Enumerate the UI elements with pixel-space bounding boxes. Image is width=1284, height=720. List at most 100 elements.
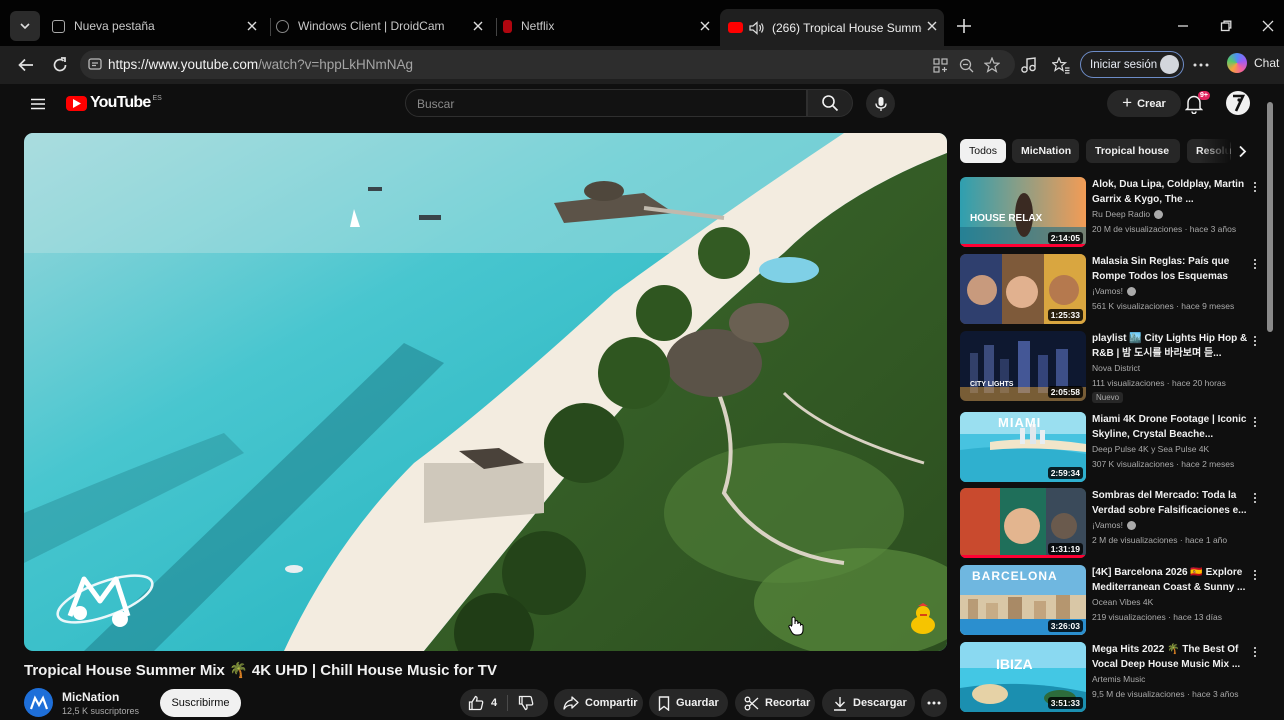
channel-name: ¡Vamos!: [1092, 286, 1124, 296]
video-thumbnail[interactable]: MIAMI 2:59:34: [960, 412, 1086, 482]
save-button[interactable]: Guardar: [649, 689, 728, 717]
more-vertical-icon[interactable]: [1251, 334, 1259, 350]
restore-icon: [1220, 20, 1232, 32]
like-button[interactable]: 4: [468, 689, 497, 717]
dislike-button[interactable]: [518, 695, 534, 716]
video-thumbnail[interactable]: BARCELONA 3:26:03: [960, 565, 1086, 635]
video-thumbnail[interactable]: HOUSE RELAX 2:14:05: [960, 177, 1086, 247]
video-player[interactable]: [24, 133, 947, 651]
favorite-star-icon[interactable]: [983, 56, 1001, 74]
new-tab-button[interactable]: [953, 15, 975, 37]
notifications-button[interactable]: 9+: [1184, 91, 1210, 115]
close-icon[interactable]: [470, 18, 486, 34]
verified-check-icon: [1127, 286, 1137, 296]
address-bar[interactable]: https://www.youtube.com/watch?v=hppLkHNm…: [80, 50, 1015, 79]
guide-menu-button[interactable]: [29, 95, 47, 113]
extensions-button[interactable]: [1017, 54, 1039, 76]
speaker-icon[interactable]: [749, 20, 765, 35]
voice-search-button[interactable]: [866, 89, 895, 118]
chips-next-button[interactable]: [1232, 141, 1252, 161]
close-icon[interactable]: [244, 18, 260, 34]
tab-netflix[interactable]: Netflix: [503, 9, 717, 43]
search-button[interactable]: [807, 89, 853, 117]
recommendation-channel: Ru Deep Radio: [1092, 209, 1164, 219]
recommendation-item[interactable]: 1:31:19 Sombras del Mercado: Toda la Ver…: [960, 488, 1260, 560]
tab-title: Netflix: [521, 19, 555, 33]
recommendation-meta: 561 K visualizaciones · hace 9 meses: [1092, 301, 1235, 311]
signin-label: Iniciar sesión: [1090, 58, 1158, 71]
tab-title: (266) Tropical House Summer: [772, 20, 922, 35]
channel-name: Deep Pulse 4K y Sea Pulse 4K: [1092, 444, 1210, 454]
tab-droidcam[interactable]: Windows Client | DroidCam: [276, 9, 490, 43]
video-thumbnail[interactable]: CITY LIGHTS 2:05:58: [960, 331, 1086, 401]
site-info-icon[interactable]: [88, 57, 102, 76]
tab-actions-menu-button[interactable]: [10, 11, 40, 41]
recommendation-title: Miami 4K Drone Footage | Iconic Skyline,…: [1092, 414, 1247, 440]
recommendation-title: playlist 🏙️ City Lights Hip Hop & R&B | …: [1092, 333, 1248, 359]
url-host: https://www.youtube.com: [108, 57, 259, 72]
more-vertical-icon[interactable]: [1251, 180, 1259, 196]
recommendation-title: [4K] Barcelona 2026 🇪🇸 Explore Mediterra…: [1092, 567, 1246, 593]
youtube-logo[interactable]: YouTube ES: [66, 94, 162, 112]
minimize-button[interactable]: [1171, 14, 1195, 38]
search-input[interactable]: Buscar: [405, 89, 807, 117]
recommendation-meta: 2 M de visualizaciones · hace 1 año: [1092, 535, 1228, 545]
settings-more-button[interactable]: [1190, 54, 1212, 76]
channel-avatar[interactable]: [24, 688, 53, 717]
create-button[interactable]: + Crear: [1107, 90, 1181, 117]
subscribe-button[interactable]: Suscribirme: [160, 689, 241, 717]
video-duration: 1:31:19: [1047, 543, 1083, 555]
thumbs-up-icon: [468, 695, 484, 711]
reload-button[interactable]: [48, 53, 72, 77]
account-avatar[interactable]: [1226, 91, 1250, 115]
clip-button[interactable]: Recortar: [735, 689, 815, 717]
signin-button[interactable]: Iniciar sesión: [1080, 51, 1184, 78]
download-button[interactable]: Descargar: [822, 689, 915, 717]
chip-todos[interactable]: Todos: [960, 139, 1006, 163]
channel-name: ¡Vamos!: [1092, 520, 1124, 530]
app-available-icon[interactable]: [931, 56, 949, 74]
page-scrollbar[interactable]: [1266, 94, 1274, 714]
channel-name[interactable]: MicNation: [62, 690, 119, 704]
copilot-chat-button[interactable]: Chat: [1227, 53, 1279, 73]
close-window-button[interactable]: [1256, 14, 1280, 38]
recommendation-item[interactable]: MIAMI 2:59:34 Miami 4K Drone Footage | I…: [960, 412, 1260, 484]
more-vertical-icon[interactable]: [1251, 568, 1259, 584]
video-thumbnail[interactable]: 1:25:33: [960, 254, 1086, 324]
tab-title: Windows Client | DroidCam: [298, 19, 445, 33]
hamburger-menu-icon: [31, 98, 45, 110]
chip-micnation[interactable]: MicNation: [1012, 139, 1079, 163]
recommendation-item[interactable]: CITY LIGHTS 2:05:58 playlist 🏙️ City Lig…: [960, 331, 1260, 403]
more-vertical-icon[interactable]: [1251, 491, 1259, 507]
like-count: 4: [491, 697, 498, 709]
tab-youtube-active[interactable]: (266) Tropical House Summer: [720, 9, 944, 46]
channel-watermark-logo[interactable]: [50, 561, 160, 631]
chip-tropical-house[interactable]: Tropical house: [1086, 139, 1180, 163]
more-actions-button[interactable]: [921, 689, 947, 717]
share-button[interactable]: Compartir: [554, 689, 643, 717]
back-button[interactable]: [14, 53, 38, 77]
thumbnail-text: BARCELONA: [972, 569, 1058, 583]
scrollbar-thumb[interactable]: [1267, 102, 1273, 332]
close-icon[interactable]: [924, 18, 940, 34]
video-thumbnail[interactable]: IBIZA 3:51:33: [960, 642, 1086, 712]
recommendation-item[interactable]: IBIZA 3:51:33 Mega Hits 2022 🌴 The Best …: [960, 642, 1260, 714]
more-vertical-icon[interactable]: [1251, 645, 1259, 661]
tab-new-tab[interactable]: Nueva pestaña: [52, 9, 264, 43]
close-icon[interactable]: [697, 18, 713, 34]
channel-name: Nova District: [1092, 363, 1141, 373]
recommendation-title: Malasia Sin Reglas: País que Rompe Todos…: [1092, 256, 1230, 282]
page-icon: [52, 19, 65, 33]
restore-button[interactable]: [1214, 14, 1238, 38]
favorites-button[interactable]: [1050, 54, 1072, 76]
mouse-cursor-icon: [788, 616, 804, 636]
more-vertical-icon[interactable]: [1251, 257, 1259, 273]
recommendation-item[interactable]: 1:25:33 Malasia Sin Reglas: País que Rom…: [960, 254, 1260, 326]
chip-fade: [1200, 136, 1230, 166]
video-thumbnail[interactable]: 1:31:19: [960, 488, 1086, 558]
zoom-icon[interactable]: [957, 56, 975, 74]
more-vertical-icon[interactable]: [1251, 415, 1259, 431]
video-title: Tropical House Summer Mix 🌴 4K UHD | Chi…: [24, 662, 497, 679]
recommendation-item[interactable]: HOUSE RELAX 2:14:05 Alok, Dua Lipa, Cold…: [960, 177, 1260, 249]
recommendation-item[interactable]: BARCELONA 3:26:03 [4K] Barcelona 2026 🇪🇸…: [960, 565, 1260, 637]
